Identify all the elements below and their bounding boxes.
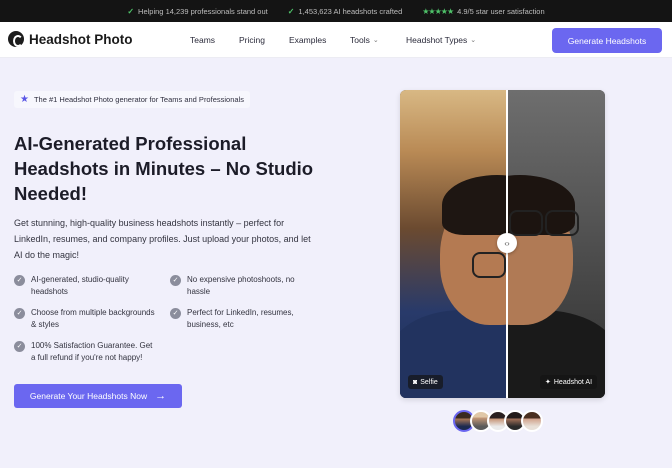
topbar-headshots-text: 1,453,623 AI headshots crafted bbox=[298, 6, 403, 16]
feature-text: 100% Satisfaction Guarantee. Get a full … bbox=[31, 341, 153, 362]
hero-badge: ★ The #1 Headshot Photo generator for Te… bbox=[14, 91, 250, 108]
before-after-comparison[interactable]: ‹› ◙ Selfie ✦ Headshot AI bbox=[400, 90, 605, 398]
arrow-right-icon: → bbox=[155, 390, 167, 402]
logo-icon bbox=[8, 31, 24, 47]
nav-link-headshot-types[interactable]: Headshot Types ⌄ bbox=[406, 35, 476, 45]
feature-text: AI-generated, studio-quality headshots bbox=[31, 275, 129, 296]
hero-subtext: Get stunning, high-quality business head… bbox=[14, 218, 311, 260]
sparkle-icon: ✦ bbox=[545, 379, 551, 386]
comparison-slider-handle[interactable]: ‹› bbox=[497, 233, 517, 253]
feature-text: Choose from multiple backgrounds & style… bbox=[31, 308, 155, 329]
camera-icon: ◙ bbox=[413, 378, 418, 386]
topbar-rating-text: 4.9/5 star user satisfaction bbox=[457, 6, 545, 16]
feature-item: ✓ Perfect for LinkedIn, resumes, busines… bbox=[170, 307, 315, 331]
nav-link-examples[interactable]: Examples bbox=[289, 35, 326, 45]
nav-link-teams[interactable]: Teams bbox=[190, 35, 215, 45]
topbar-headshots: ✓ 1,453,623 AI headshots crafted bbox=[288, 7, 403, 16]
check-circle-icon: ✓ bbox=[170, 275, 181, 286]
feature-item: ✓ Choose from multiple backgrounds & sty… bbox=[14, 307, 159, 331]
main-nav: Headshot Photo Teams Pricing Examples To… bbox=[0, 22, 672, 58]
check-circle-icon: ✓ bbox=[14, 341, 25, 352]
headshot-ai-image bbox=[507, 90, 605, 398]
site-logo[interactable]: Headshot Photo bbox=[8, 31, 133, 47]
headshot-ai-label-text: Headshot AI bbox=[553, 378, 593, 386]
topbar-professionals-text: Helping 14,239 professionals stand out bbox=[138, 6, 268, 16]
example-avatars bbox=[453, 410, 543, 432]
selfie-label: ◙ Selfie bbox=[408, 375, 443, 389]
cta-label: Generate Your Headshots Now bbox=[29, 391, 148, 401]
nav-link-pricing[interactable]: Pricing bbox=[239, 35, 265, 45]
topbar-professionals: ✓ Helping 14,239 professionals stand out bbox=[127, 7, 267, 16]
star-rating-icons: ★★★★★ bbox=[422, 6, 454, 16]
topbar-rating: ★★★★★ 4.9/5 star user satisfaction bbox=[422, 7, 544, 16]
check-circle-icon: ✓ bbox=[14, 308, 25, 319]
generate-headshots-button[interactable]: Generate Headshots bbox=[552, 28, 662, 53]
avatar[interactable] bbox=[521, 410, 543, 432]
nav-link-tools[interactable]: Tools ⌄ bbox=[350, 35, 379, 45]
chevron-down-icon: ⌄ bbox=[470, 37, 477, 44]
selfie-label-text: Selfie bbox=[420, 378, 438, 386]
check-icon: ✓ bbox=[127, 6, 135, 16]
check-circle-icon: ✓ bbox=[170, 308, 181, 319]
nav-link-headshot-types-label: Headshot Types bbox=[406, 35, 468, 45]
check-icon: ✓ bbox=[287, 6, 295, 16]
hero-headline: AI-Generated Professional Headshots in M… bbox=[14, 133, 314, 204]
headshot-ai-label: ✦ Headshot AI bbox=[540, 375, 598, 389]
hero-badge-text: The #1 Headshot Photo generator for Team… bbox=[33, 95, 244, 104]
chevron-down-icon: ⌄ bbox=[372, 37, 379, 44]
feature-item: ✓ AI-generated, studio-quality headshots bbox=[14, 274, 159, 298]
check-circle-icon: ✓ bbox=[14, 275, 25, 286]
feature-text: No expensive photoshoots, no hassle bbox=[187, 275, 295, 296]
feature-item: ✓ No expensive photoshoots, no hassle bbox=[170, 274, 315, 298]
announcement-bar: ✓ Helping 14,239 professionals stand out… bbox=[0, 0, 672, 22]
feature-item: ✓ 100% Satisfaction Guarantee. Get a ful… bbox=[14, 340, 159, 364]
nav-link-tools-label: Tools bbox=[350, 35, 370, 45]
logo-text: Headshot Photo bbox=[29, 31, 133, 47]
selfie-image bbox=[400, 90, 507, 398]
feature-text: Perfect for LinkedIn, resumes, business,… bbox=[187, 308, 294, 329]
generate-your-headshots-button[interactable]: Generate Your Headshots Now → bbox=[14, 384, 182, 408]
star-icon: ★ bbox=[20, 94, 29, 105]
